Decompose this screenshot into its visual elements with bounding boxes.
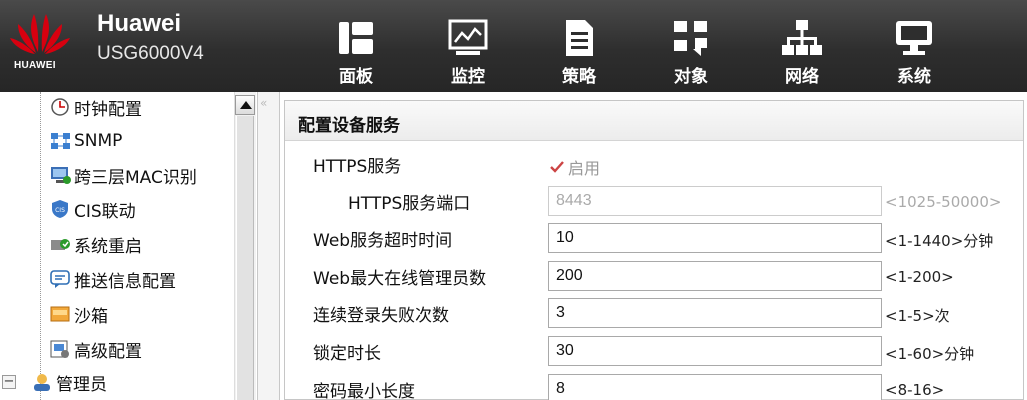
clock-icon [51,98,69,116]
tree-collapse-toggle[interactable]: − [2,375,16,389]
push-message-icon [50,270,70,288]
tree-item-sandbox[interactable]: 沙箱 [50,299,108,329]
https-port-hint: <1025-50000> [885,193,1002,211]
panel-splitter[interactable]: « [258,92,280,400]
tree-item-label: 沙箱 [74,306,108,327]
nav-object[interactable]: 对象 [656,0,726,92]
network-icon [782,20,822,55]
tree-connector [40,92,41,400]
https-port-input[interactable] [548,186,882,216]
tree-item-mac-recognition[interactable]: 跨三层MAC识别 [50,160,197,190]
max-admins-label: Web最大在线管理员数 [313,269,487,289]
min-password-length-label: 密码最小长度 [313,382,415,400]
min-password-length-input[interactable] [548,374,882,400]
device-model: USG6000V4 [97,43,204,64]
nav-label: 策略 [562,67,596,87]
tree-item-cis[interactable]: CIS CIS联动 [50,194,136,224]
tree-item-snmp[interactable]: SNMP [50,126,122,156]
max-admins-hint: <1-200> [885,268,954,286]
product-brand: Huawei USG6000V4 [97,10,204,65]
max-admins-input[interactable] [548,261,882,291]
nav-policy[interactable]: 策略 [544,0,614,92]
tree-item-push-message[interactable]: 推送信息配置 [50,264,176,294]
nav-label: 网络 [785,67,819,87]
web-timeout-hint: <1-1440>分钟 [885,232,994,250]
tree-item-label: 推送信息配置 [74,271,176,292]
admin-icon [34,374,50,391]
advanced-config-icon [50,340,69,358]
monitor-icon [448,19,488,55]
lock-duration-input[interactable] [548,336,882,366]
scroll-up-button[interactable] [235,95,255,115]
tree-item-label: 管理员 [56,374,107,395]
tree-item-label: 时钟配置 [74,99,142,120]
huawei-logo: HUAWEI [6,6,74,86]
https-port-label: HTTPS服务端口 [348,194,471,214]
nav-label: 面板 [339,67,373,87]
main-content: 配置设备服务 HTTPS服务 启用 HTTPS服务端口 <1025-50000>… [281,92,1027,400]
tree-item-label: CIS联动 [74,201,136,222]
nav-label: 监控 [451,67,485,87]
tree-item-advanced-config[interactable]: 高级配置 [50,334,142,364]
policy-icon [566,20,593,56]
top-header: HUAWEI Huawei USG6000V4 面板 监控 策略 对象 网络 系… [0,0,1027,92]
brand-name: Huawei [97,10,182,37]
dashboard-icon [339,22,373,54]
min-password-length-hint: <8-16> [885,381,945,399]
login-failures-label: 连续登录失败次数 [313,306,449,326]
cis-shield-icon: CIS [52,200,68,218]
lock-duration-hint: <1-60>分钟 [885,345,975,363]
tree-item-restart[interactable]: 系统重启 [50,229,142,259]
https-service-label: HTTPS服务 [313,157,402,177]
section-title: 配置设备服务 [298,116,400,136]
tree-item-clock[interactable]: 时钟配置 [50,92,142,122]
nav-system[interactable]: 系统 [879,0,949,92]
nav-network[interactable]: 网络 [767,0,837,92]
object-icon [674,21,707,56]
restart-icon [51,239,70,250]
https-enable-checkbox[interactable]: 启用 [548,155,600,179]
nav-label: 对象 [674,67,708,87]
collapse-panel-icon[interactable]: « [260,96,267,110]
snmp-icon [51,133,70,149]
tree-item-label: SNMP [74,131,123,151]
svg-text:CIS: CIS [55,207,65,214]
nav-dashboard[interactable]: 面板 [321,0,391,92]
tree-item-admin[interactable]: − 管理员 [2,367,107,397]
navigation-tree: 时钟配置 SNMP 跨三层MAC识别 CIS CIS联动 系统重启 推送信息配置… [0,92,258,400]
device-service-section: 配置设备服务 HTTPS服务 启用 HTTPS服务端口 <1025-50000>… [284,100,1024,400]
nav-label: 系统 [897,67,931,87]
scroll-thumb[interactable] [236,116,254,400]
lock-duration-label: 锁定时长 [313,344,381,364]
checkbox-label: 启用 [568,159,601,178]
tree-item-label: 高级配置 [74,341,142,362]
tree-item-label: 系统重启 [74,236,142,257]
web-timeout-label: Web服务超时时间 [313,231,453,251]
checkmark-icon [550,161,564,173]
mac-recognition-icon [51,167,71,184]
system-icon [896,21,932,55]
nav-monitor[interactable]: 监控 [433,0,503,92]
login-failures-input[interactable] [548,298,882,328]
logo-text: HUAWEI [14,60,56,71]
tree-item-label: 跨三层MAC识别 [74,167,197,188]
web-timeout-input[interactable] [548,223,882,253]
sandbox-icon [50,306,70,322]
login-failures-hint: <1-5>次 [885,307,950,325]
section-header: 配置设备服务 [285,101,1023,141]
